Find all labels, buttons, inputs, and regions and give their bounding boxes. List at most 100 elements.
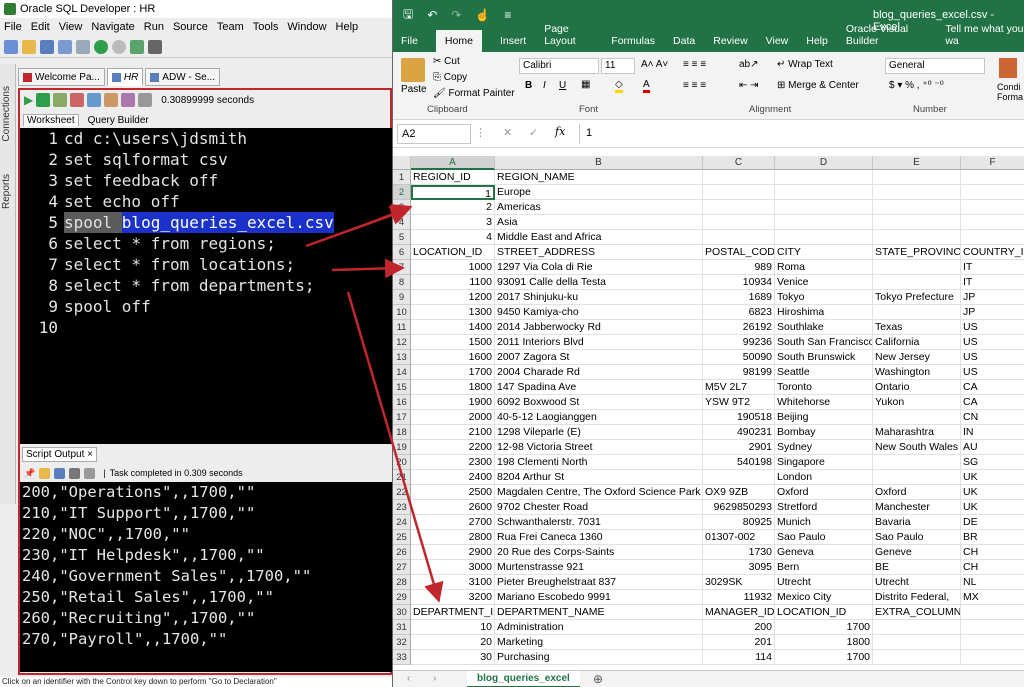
grid-cell[interactable] bbox=[703, 230, 775, 245]
grid-cell[interactable]: CITY bbox=[775, 245, 873, 260]
currency-icon[interactable]: $ ▾ % , ⁺⁰ ⁻⁰ bbox=[889, 80, 944, 91]
row-header[interactable]: 32 bbox=[393, 635, 411, 650]
grid-cell[interactable]: 1000 bbox=[411, 260, 495, 275]
grid-cell[interactable]: 3100 bbox=[411, 575, 495, 590]
grid-cell[interactable]: Geneve bbox=[873, 545, 961, 560]
row-header[interactable]: 17 bbox=[393, 410, 411, 425]
grid-cell[interactable]: New South Wales bbox=[873, 440, 961, 455]
grid-cell[interactable]: 1689 bbox=[703, 290, 775, 305]
grid-cell[interactable]: UK bbox=[961, 500, 1024, 515]
new-icon[interactable] bbox=[4, 39, 18, 54]
borders-icon[interactable]: ▦ bbox=[581, 79, 590, 90]
grid-cell[interactable] bbox=[961, 605, 1024, 620]
grid-cell[interactable] bbox=[873, 470, 961, 485]
grid-cell[interactable] bbox=[703, 170, 775, 185]
reports-tab[interactable]: Reports bbox=[1, 174, 12, 209]
grid-cell[interactable]: 50090 bbox=[703, 350, 775, 365]
grid-cell[interactable]: DE bbox=[961, 515, 1024, 530]
name-box[interactable]: A2 bbox=[397, 124, 471, 144]
grid-cell[interactable] bbox=[961, 215, 1024, 230]
grid-cell[interactable]: 2600 bbox=[411, 500, 495, 515]
font-name-select[interactable]: Calibri bbox=[519, 58, 599, 74]
grid-cell[interactable]: Sao Paulo bbox=[775, 530, 873, 545]
grid-cell[interactable]: 2017 Shinjuku-ku bbox=[495, 290, 703, 305]
grid-cell[interactable] bbox=[775, 230, 873, 245]
autotrace-icon[interactable] bbox=[104, 93, 119, 107]
grid-cell[interactable]: JP bbox=[961, 290, 1024, 305]
grid-cell[interactable] bbox=[775, 200, 873, 215]
grid-cell[interactable]: DEPARTMENT_NAME bbox=[495, 605, 703, 620]
prev-sheet-icon[interactable]: ‹ bbox=[407, 673, 410, 684]
tab-welcome[interactable]: Welcome Pa... bbox=[18, 68, 105, 86]
row-header[interactable]: 22 bbox=[393, 485, 411, 500]
grid-cell[interactable] bbox=[873, 215, 961, 230]
row-header[interactable]: 18 bbox=[393, 425, 411, 440]
grid-cell[interactable]: Singapore bbox=[775, 455, 873, 470]
grid-cell[interactable]: Seattle bbox=[775, 365, 873, 380]
grid-cell[interactable]: Geneva bbox=[775, 545, 873, 560]
grid-cell[interactable]: 1100 bbox=[411, 275, 495, 290]
grid-cell[interactable]: Tokyo Prefecture bbox=[873, 290, 961, 305]
bold-button[interactable]: B bbox=[525, 80, 532, 91]
cut-button[interactable]: ✂ Cut bbox=[433, 56, 460, 67]
grid-cell[interactable]: Utrecht bbox=[873, 575, 961, 590]
conditional-formatting-label[interactable]: Condi Forma bbox=[997, 82, 1024, 102]
grid-cell[interactable]: CN bbox=[961, 410, 1024, 425]
grid-cell[interactable]: US bbox=[961, 365, 1024, 380]
grid-cell[interactable] bbox=[703, 470, 775, 485]
grid-cell[interactable]: 6092 Boxwood St bbox=[495, 395, 703, 410]
grid-cell[interactable]: 80925 bbox=[703, 515, 775, 530]
next-sheet-icon[interactable]: › bbox=[433, 673, 436, 684]
menu-run[interactable]: Run bbox=[144, 21, 164, 33]
grid-cell[interactable]: YSW 9T2 bbox=[703, 395, 775, 410]
explain-plan-icon[interactable] bbox=[87, 93, 102, 107]
grid-cell[interactable]: South Brunswick bbox=[775, 350, 873, 365]
row-header[interactable]: 15 bbox=[393, 380, 411, 395]
grid-cell[interactable]: Americas bbox=[495, 200, 703, 215]
grid-cell[interactable]: BE bbox=[873, 560, 961, 575]
grid-cell[interactable]: CH bbox=[961, 545, 1024, 560]
grid-cell[interactable] bbox=[961, 200, 1024, 215]
wrap-text-button[interactable]: ↵ Wrap Text bbox=[777, 59, 833, 70]
grid-cell[interactable]: 1700 bbox=[411, 365, 495, 380]
grid-cell[interactable]: Distrito Federal, bbox=[873, 590, 961, 605]
code-line[interactable]: 6 select * from regions; bbox=[20, 233, 392, 254]
grid-cell[interactable]: 3 bbox=[411, 215, 495, 230]
grid-cell[interactable]: IN bbox=[961, 425, 1024, 440]
row-header[interactable]: 13 bbox=[393, 350, 411, 365]
row-header[interactable]: 16 bbox=[393, 395, 411, 410]
grid-cell[interactable]: 2900 bbox=[411, 545, 495, 560]
grid-cell[interactable]: Whitehorse bbox=[775, 395, 873, 410]
grid-cell[interactable]: MX bbox=[961, 590, 1024, 605]
grid-cell[interactable] bbox=[873, 305, 961, 320]
grid-cell[interactable]: 2800 bbox=[411, 530, 495, 545]
code-line[interactable]: 9 spool off bbox=[20, 296, 392, 317]
grid-cell[interactable]: AU bbox=[961, 440, 1024, 455]
column-header[interactable]: C bbox=[703, 156, 775, 170]
copy-button[interactable]: ⎘ Copy bbox=[433, 72, 467, 83]
grid-cell[interactable]: 989 bbox=[703, 260, 775, 275]
tab-adw[interactable]: ADW - Se... bbox=[145, 68, 221, 86]
forward-icon[interactable] bbox=[112, 39, 126, 54]
grid-cell[interactable] bbox=[961, 230, 1024, 245]
row-header[interactable]: 10 bbox=[393, 305, 411, 320]
grid-cell[interactable]: IT bbox=[961, 260, 1024, 275]
script-output-text[interactable]: 200,"Operations",,1700,"" 210,"IT Support… bbox=[20, 482, 392, 672]
grid-cell[interactable]: 40-5-12 Laogianggen bbox=[495, 410, 703, 425]
row-header[interactable]: 14 bbox=[393, 365, 411, 380]
row-header[interactable]: 6 bbox=[393, 245, 411, 260]
row-header[interactable]: 7 bbox=[393, 260, 411, 275]
grid-cell[interactable]: REGION_ID bbox=[411, 170, 495, 185]
grid-cell[interactable] bbox=[873, 260, 961, 275]
grid-cell[interactable]: Bombay bbox=[775, 425, 873, 440]
grid-cell[interactable]: Manchester bbox=[873, 500, 961, 515]
save-icon[interactable]: 🖫 bbox=[403, 5, 413, 26]
rollback-icon[interactable] bbox=[70, 93, 85, 107]
number-format-select[interactable]: General bbox=[885, 58, 985, 74]
grid-cell[interactable]: Roma bbox=[775, 260, 873, 275]
undo-icon[interactable] bbox=[76, 39, 90, 54]
menu-window[interactable]: Window bbox=[287, 21, 326, 33]
grid-cell[interactable]: COUNTRY_ID bbox=[961, 245, 1024, 260]
grid-cell[interactable]: Schwanthalerstr. 7031 bbox=[495, 515, 703, 530]
grid-cell[interactable]: 2000 bbox=[411, 410, 495, 425]
